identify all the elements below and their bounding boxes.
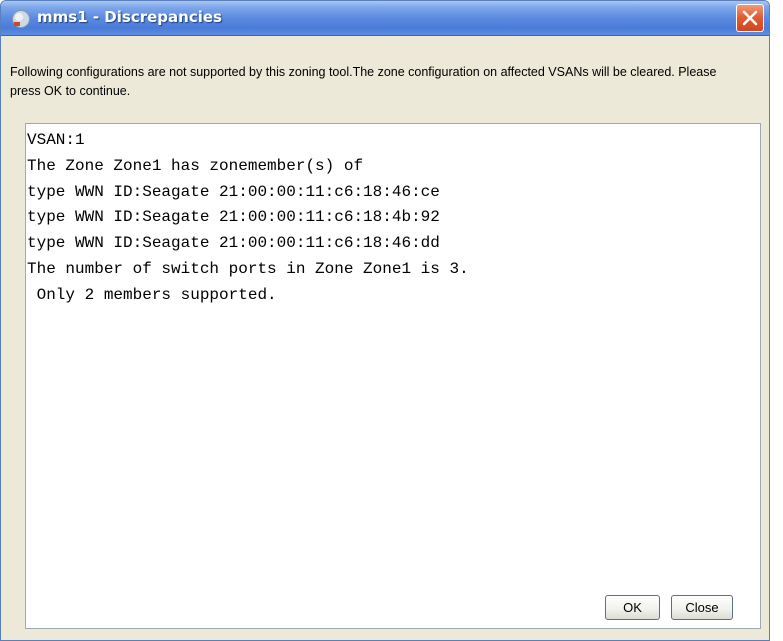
detail-line: type WWN ID:Seagate 21:00:00:11:c6:18:46…	[27, 234, 440, 253]
detail-line: type WWN ID:Seagate 21:00:00:11:c6:18:4b…	[27, 208, 440, 227]
detail-line: Only 2 members supported.	[27, 285, 277, 304]
detail-line: type WWN ID:Seagate 21:00:00:11:c6:18:46…	[27, 182, 440, 201]
dialog-message: Following configurations are not support…	[10, 65, 717, 98]
title-bar[interactable]: mms1 - Discrepancies	[1, 1, 769, 36]
detail-line: VSAN:1	[27, 131, 85, 149]
window-title: mms1 - Discrepancies	[37, 8, 222, 26]
ok-button[interactable]: OK	[605, 595, 660, 620]
globe-icon	[11, 9, 31, 29]
window-close-button[interactable]	[736, 4, 764, 32]
close-x-icon	[742, 10, 758, 26]
close-button[interactable]: Close	[671, 595, 733, 620]
discrepancies-dialog: mms1 - Discrepancies Following configura…	[0, 0, 770, 641]
detail-line: The number of switch ports in Zone Zone1…	[27, 259, 469, 278]
detail-line: The Zone Zone1 has zonemember(s) of	[27, 156, 364, 175]
discrepancy-details-textarea[interactable]: VSAN:1 The Zone Zone1 has zonemember(s) …	[25, 123, 761, 629]
